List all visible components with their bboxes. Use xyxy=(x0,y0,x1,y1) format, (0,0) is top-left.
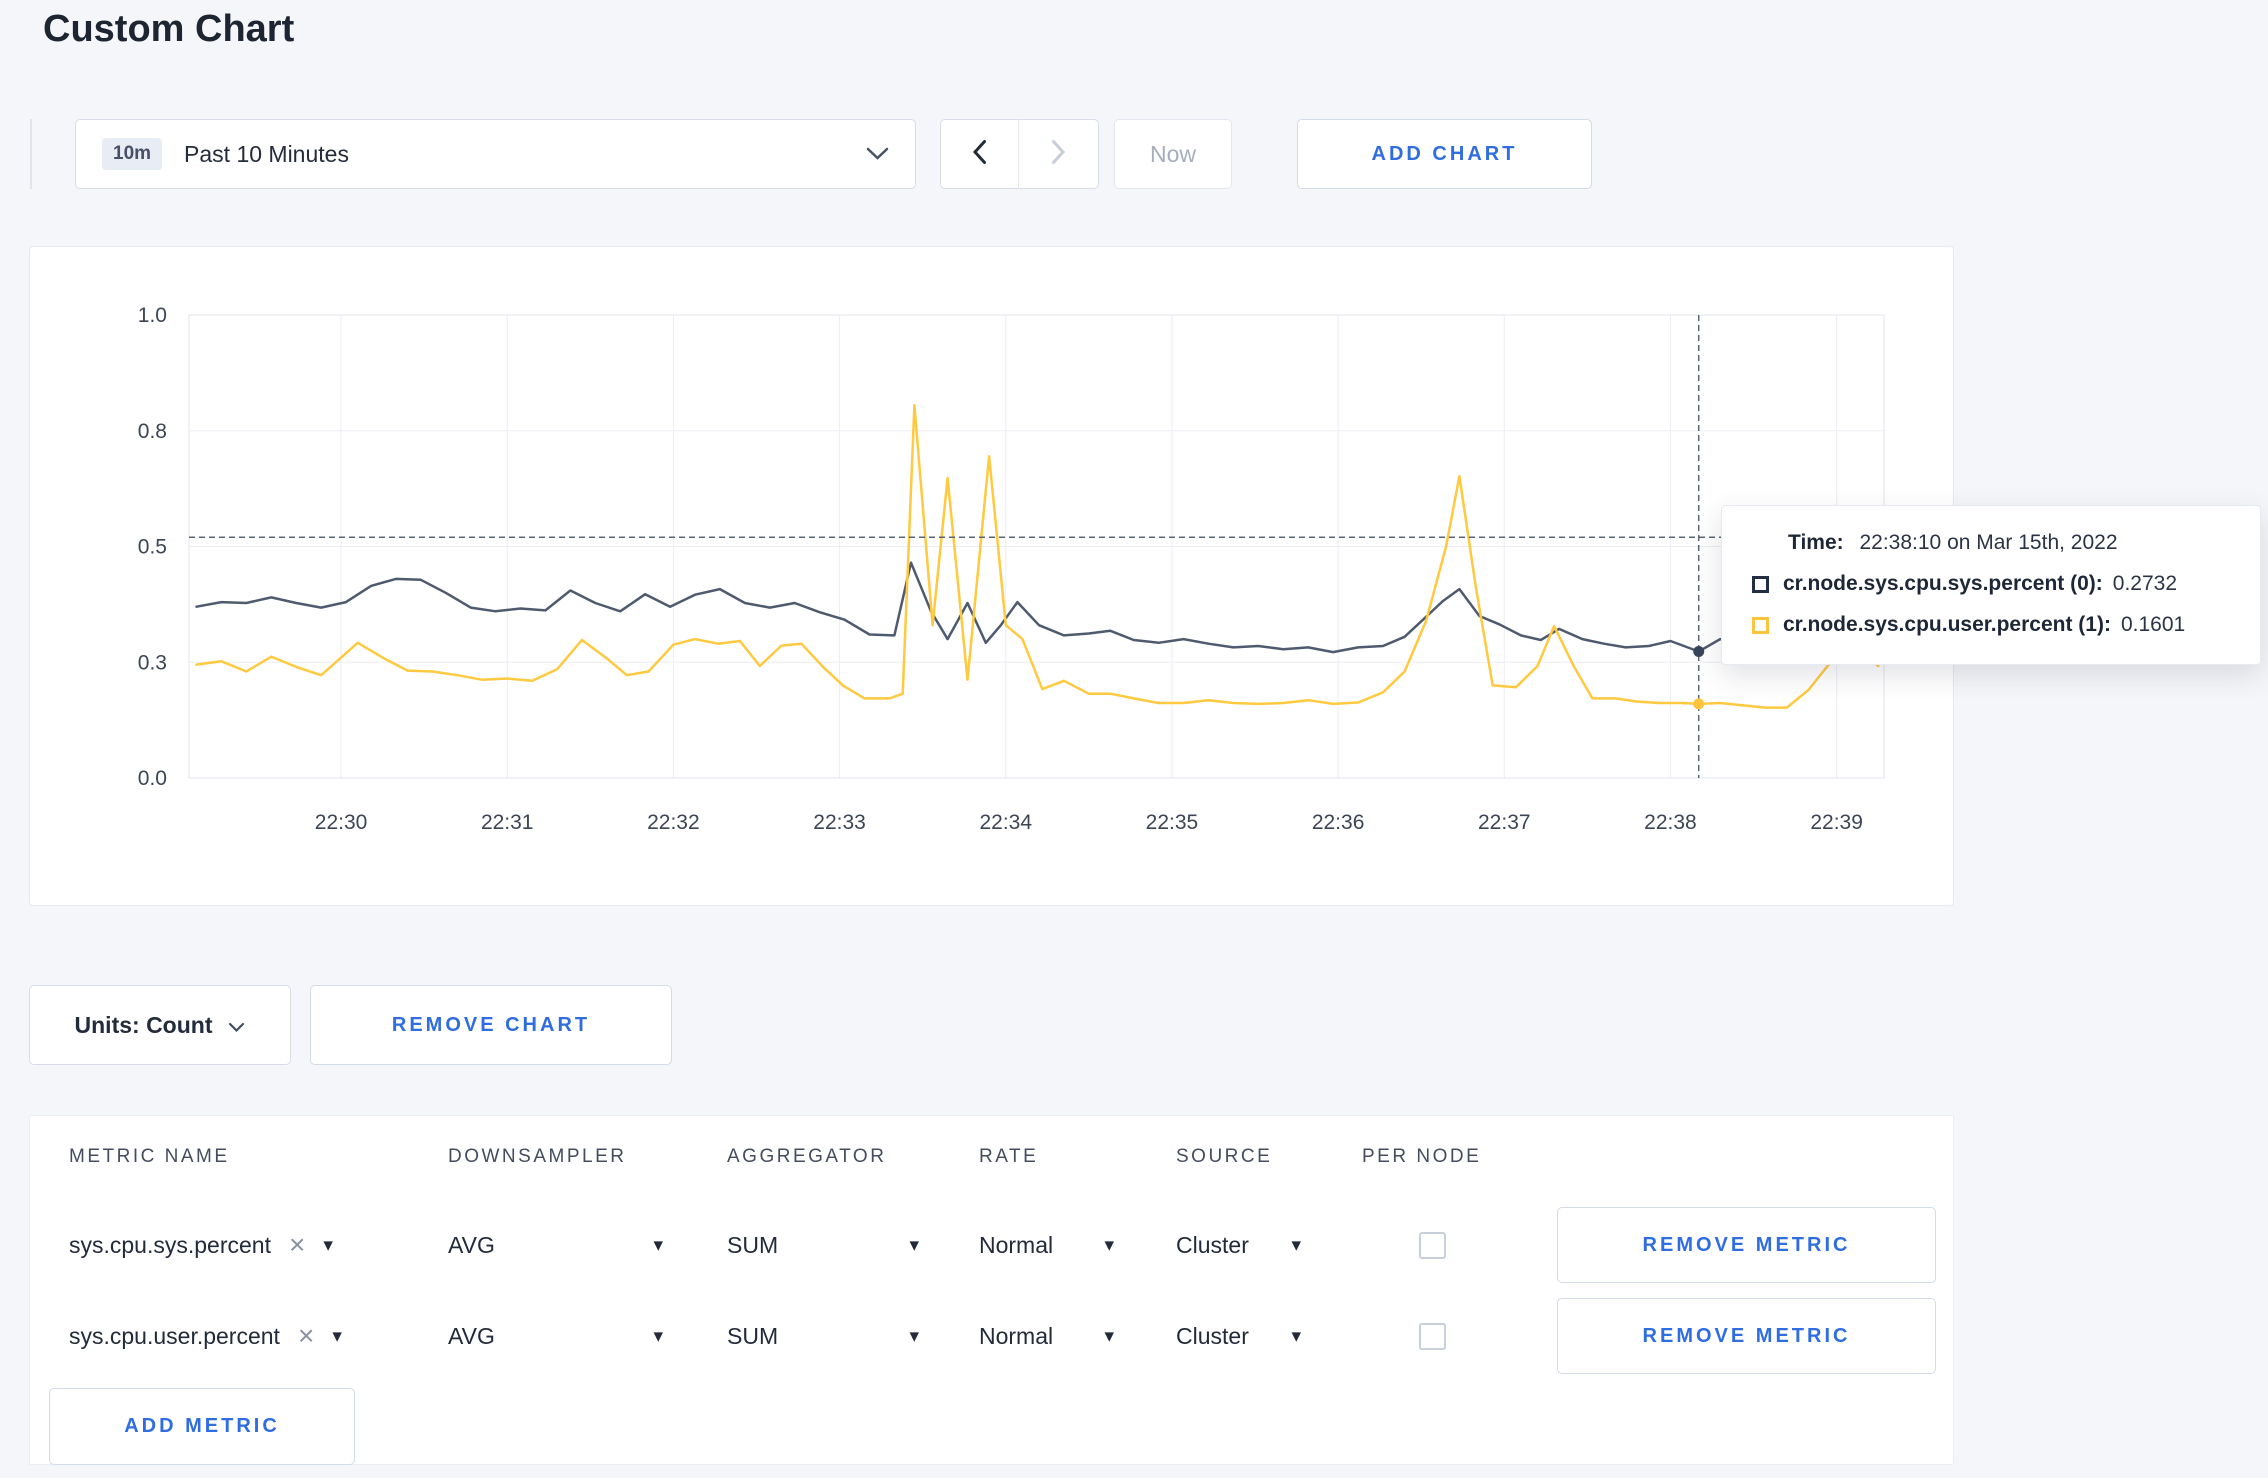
caret-down-icon: ▾ xyxy=(653,1325,663,1347)
tooltip-time-value: 22:38:10 on Mar 15th, 2022 xyxy=(1859,531,2118,554)
caret-down-icon: ▾ xyxy=(909,1325,919,1347)
caret-down-icon: ▾ xyxy=(1104,1325,1114,1347)
aggregator-select[interactable]: SUM ▾ xyxy=(727,1296,919,1376)
series-user-swatch-icon xyxy=(1752,616,1769,634)
remove-metric-button[interactable]: REMOVE METRIC xyxy=(1557,1298,1936,1374)
chart-tooltip: Time: 22:38:10 on Mar 15th, 2022 cr.node… xyxy=(1721,505,2261,665)
svg-text:22:32: 22:32 xyxy=(647,811,700,834)
svg-text:22:36: 22:36 xyxy=(1312,811,1365,834)
caret-down-icon: ▾ xyxy=(909,1234,919,1256)
caret-down-icon: ▾ xyxy=(1104,1234,1114,1256)
col-header-aggregator: AGGREGATOR xyxy=(727,1146,887,1167)
metric-name: sys.cpu.user.percent xyxy=(69,1322,280,1349)
tooltip-time-label: Time: xyxy=(1788,531,1844,554)
clear-metric-icon[interactable]: × xyxy=(289,1231,305,1259)
source-select[interactable]: Cluster ▾ xyxy=(1176,1296,1301,1376)
chevron-down-icon xyxy=(866,147,889,161)
time-range-label: Past 10 Minutes xyxy=(184,140,349,167)
remove-chart-button[interactable]: REMOVE CHART xyxy=(310,985,672,1065)
source-value: Cluster xyxy=(1176,1322,1249,1349)
next-range-button[interactable] xyxy=(1018,119,1099,189)
chart-svg[interactable]: 22:30 22:31 22:32 22:33 22:34 22:35 22:36 22:37… xyxy=(30,247,1955,907)
time-range-dropdown[interactable]: 10m Past 10 Minutes xyxy=(75,119,916,189)
svg-text:1.0: 1.0 xyxy=(138,304,167,327)
add-chart-button[interactable]: ADD CHART xyxy=(1297,119,1592,189)
chevron-left-icon xyxy=(972,139,987,170)
caret-down-icon: ▾ xyxy=(332,1325,342,1347)
svg-text:0.8: 0.8 xyxy=(138,420,167,443)
downsampler-value: AVG xyxy=(448,1231,495,1258)
aggregator-value: SUM xyxy=(727,1231,779,1258)
svg-text:0.0: 0.0 xyxy=(138,767,167,790)
svg-text:22:30: 22:30 xyxy=(315,811,368,834)
aggregator-value: SUM xyxy=(727,1322,779,1349)
toolbar-divider xyxy=(30,119,32,189)
tooltip-series-row: cr.node.sys.cpu.user.percent (1): 0.1601 xyxy=(1752,613,2232,637)
caret-down-icon: ▾ xyxy=(1291,1325,1301,1347)
tooltip-series-value: 0.2732 xyxy=(2112,572,2178,595)
remove-metric-button[interactable]: REMOVE METRIC xyxy=(1557,1207,1936,1283)
source-select[interactable]: Cluster ▾ xyxy=(1176,1205,1301,1285)
caret-down-icon: ▾ xyxy=(323,1234,333,1256)
page-title: Custom Chart xyxy=(43,8,295,50)
rate-value: Normal xyxy=(979,1322,1054,1349)
action-cell: REMOVE METRIC xyxy=(1557,1205,1936,1285)
metric-select[interactable]: sys.cpu.sys.percent × ▾ xyxy=(69,1205,333,1285)
svg-text:0.3: 0.3 xyxy=(138,651,167,674)
col-header-per-node: PER NODE xyxy=(1362,1146,1482,1167)
downsampler-select[interactable]: AVG ▾ xyxy=(448,1205,663,1285)
svg-text:22:33: 22:33 xyxy=(813,811,866,834)
metric-name: sys.cpu.sys.percent xyxy=(69,1231,271,1258)
time-range-badge: 10m xyxy=(102,138,163,170)
units-dropdown[interactable]: Units: Count xyxy=(29,985,291,1065)
tooltip-series-name: cr.node.sys.cpu.sys.percent (0): xyxy=(1783,572,2103,595)
per-node-cell xyxy=(1362,1205,1502,1285)
per-node-checkbox[interactable] xyxy=(1418,1322,1446,1350)
tooltip-time: Time: 22:38:10 on Mar 15th, 2022 xyxy=(1752,531,2232,555)
rate-select[interactable]: Normal ▾ xyxy=(979,1205,1114,1285)
caret-down-icon: ▾ xyxy=(1291,1234,1301,1256)
downsampler-select[interactable]: AVG ▾ xyxy=(448,1296,663,1376)
tooltip-series-row: cr.node.sys.cpu.sys.percent (0): 0.2732 xyxy=(1752,572,2232,596)
tooltip-series-name: cr.node.sys.cpu.user.percent (1): xyxy=(1783,613,2111,636)
svg-text:0.5: 0.5 xyxy=(138,536,167,559)
metric-select[interactable]: sys.cpu.user.percent × ▾ xyxy=(69,1296,342,1376)
per-node-checkbox[interactable] xyxy=(1418,1231,1446,1259)
chart-card: 22:30 22:31 22:32 22:33 22:34 22:35 22:36 22:37… xyxy=(29,246,1954,906)
svg-text:22:37: 22:37 xyxy=(1478,811,1531,834)
chevron-down-icon xyxy=(228,1012,245,1039)
source-value: Cluster xyxy=(1176,1231,1249,1258)
action-cell: REMOVE METRIC xyxy=(1557,1296,1936,1376)
rate-select[interactable]: Normal ▾ xyxy=(979,1296,1114,1376)
add-metric-button[interactable]: ADD METRIC xyxy=(49,1388,355,1465)
svg-text:22:31: 22:31 xyxy=(481,811,534,834)
custom-chart-page: Custom Chart 10m Past 10 Minutes Now ADD… xyxy=(0,0,2268,1478)
caret-down-icon: ▾ xyxy=(653,1234,663,1256)
per-node-cell xyxy=(1362,1296,1502,1376)
svg-text:22:35: 22:35 xyxy=(1146,811,1199,834)
prev-range-button[interactable] xyxy=(940,119,1019,189)
tooltip-series-value: 0.1601 xyxy=(2120,613,2186,636)
col-header-rate: RATE xyxy=(979,1146,1039,1167)
svg-text:22:39: 22:39 xyxy=(1810,811,1863,834)
downsampler-value: AVG xyxy=(448,1322,495,1349)
col-header-source: SOURCE xyxy=(1176,1146,1273,1167)
col-header-metric-name: METRIC NAME xyxy=(69,1146,230,1167)
series-sys-swatch-icon xyxy=(1752,575,1769,593)
chevron-right-icon xyxy=(1051,139,1066,170)
aggregator-select[interactable]: SUM ▾ xyxy=(727,1205,919,1285)
svg-text:22:38: 22:38 xyxy=(1644,811,1697,834)
clear-metric-icon[interactable]: × xyxy=(298,1322,314,1350)
col-header-downsampler: DOWNSAMPLER xyxy=(448,1146,627,1167)
rate-value: Normal xyxy=(979,1231,1054,1258)
now-button[interactable]: Now xyxy=(1114,119,1232,189)
table-row: sys.cpu.user.percent × ▾ AVG ▾ SUM ▾ Nor… xyxy=(30,1296,1953,1376)
metrics-table: METRIC NAME DOWNSAMPLER AGGREGATOR RATE … xyxy=(29,1115,1954,1465)
units-label: Units: Count xyxy=(74,1011,213,1038)
svg-text:22:34: 22:34 xyxy=(979,811,1032,834)
table-row: sys.cpu.sys.percent × ▾ AVG ▾ SUM ▾ Norm… xyxy=(30,1205,1953,1285)
